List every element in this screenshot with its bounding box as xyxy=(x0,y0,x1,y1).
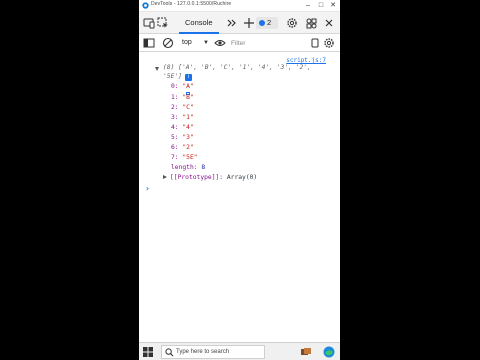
array-summary-continued: '5E'] i xyxy=(163,73,192,81)
devtools-window: DevTools - 127.0.0.1:5500/Ruchire – □ ✕ … xyxy=(139,0,340,360)
entry-key: 6: xyxy=(171,144,179,151)
close-devtools-icon[interactable] xyxy=(323,17,335,29)
title-bar: DevTools - 127.0.0.1:5500/Ruchire – □ ✕ xyxy=(139,0,340,12)
prototype-value: Array(0) xyxy=(226,174,258,181)
array-summary-text: (8) ['A', 'B', 'C', '1', '4', '3', '2', xyxy=(163,64,311,71)
sidebar-toggle-icon[interactable] xyxy=(143,37,155,49)
console-prompt[interactable]: › xyxy=(145,184,150,193)
search-label: Type here to search xyxy=(176,349,230,355)
tab-console[interactable]: Console xyxy=(179,12,219,34)
issues-badge[interactable]: 2 xyxy=(256,17,278,29)
filter-input[interactable] xyxy=(229,37,307,49)
array-entry: 4: "4" xyxy=(171,124,194,131)
entry-value: "5E" xyxy=(182,154,198,161)
entry-value: "C" xyxy=(182,104,194,111)
gear-icon[interactable] xyxy=(286,17,298,29)
customize-icon[interactable] xyxy=(305,17,317,29)
devtools-tab-bar: Console 2 xyxy=(139,12,340,34)
search-icon xyxy=(165,348,174,357)
edge-browser-icon[interactable] xyxy=(323,346,335,358)
array-summary-text-2: '5E'] xyxy=(163,73,182,80)
taskbar-search[interactable]: Type here to search xyxy=(161,345,265,359)
gear-icon[interactable] xyxy=(323,37,335,49)
entry-value: "A" xyxy=(182,83,194,90)
entry-key: 2: xyxy=(171,104,179,111)
array-entry: 1: "B" xyxy=(171,94,194,101)
source-link[interactable]: script.js:7 xyxy=(286,57,326,64)
array-summary[interactable]: (8) ['A', 'B', 'C', '1', '4', '3', '2', xyxy=(163,64,311,71)
entry-key: 1: xyxy=(171,94,179,101)
array-entry: 6: "2" xyxy=(171,144,194,151)
array-entry: 0: "A" xyxy=(171,83,194,90)
entry-value: "1" xyxy=(182,114,194,121)
array-entry: 5: "3" xyxy=(171,134,194,141)
expand-triangle-icon[interactable] xyxy=(155,67,159,71)
entry-key: 7: xyxy=(171,154,179,161)
minimize-button[interactable]: – xyxy=(302,0,314,11)
prototype-key: [[Prototype]]: xyxy=(170,174,224,181)
array-entry: 3: "1" xyxy=(171,114,194,121)
window-title: DevTools - 127.0.0.1:5500/Ruchire xyxy=(151,1,232,7)
info-icon[interactable]: i xyxy=(184,74,192,81)
array-entry: 2: "C" xyxy=(171,104,194,111)
console-toolbar: top ▼ xyxy=(139,34,340,52)
chevron-down-icon: ▼ xyxy=(203,40,209,46)
entry-key: 5: xyxy=(171,134,179,141)
context-selector[interactable]: top ▼ xyxy=(180,37,209,49)
console-output: script.js:7 (8) ['A', 'B', 'C', '1', '4'… xyxy=(139,52,340,342)
entry-value: "4" xyxy=(182,124,194,131)
live-expression-icon[interactable] xyxy=(214,37,226,49)
issues-icon[interactable] xyxy=(309,37,321,49)
length-value: 8 xyxy=(201,164,206,171)
length-key: length: xyxy=(171,164,198,171)
windows-start-icon[interactable] xyxy=(143,347,153,357)
close-button[interactable]: ✕ xyxy=(327,0,339,11)
device-toolbar-icon[interactable] xyxy=(143,17,155,29)
entry-key: 3: xyxy=(171,114,179,121)
add-tab-icon[interactable] xyxy=(243,17,255,29)
issues-icon xyxy=(259,20,265,26)
entry-key: 0: xyxy=(171,83,179,90)
entry-value: "2" xyxy=(182,144,194,151)
windows-taskbar: Type here to search xyxy=(139,342,340,360)
clear-console-icon[interactable] xyxy=(162,37,174,49)
entry-key: 4: xyxy=(171,124,179,131)
expand-triangle-icon[interactable] xyxy=(163,175,167,179)
maximize-button[interactable]: □ xyxy=(315,0,327,11)
array-entry: 7: "5E" xyxy=(171,154,198,161)
inspect-element-icon[interactable] xyxy=(157,17,169,29)
entry-value: "3" xyxy=(182,134,194,141)
edge-devtools-icon xyxy=(142,2,149,9)
task-view-icon[interactable] xyxy=(300,346,312,358)
entry-value: "B" xyxy=(182,94,194,101)
issues-count: 2 xyxy=(267,18,272,27)
prototype-row[interactable]: [[Prototype]]: Array(0) xyxy=(163,174,257,181)
more-tabs-icon[interactable] xyxy=(225,17,237,29)
array-length: length: 8 xyxy=(171,164,205,171)
context-value: top xyxy=(182,39,192,46)
